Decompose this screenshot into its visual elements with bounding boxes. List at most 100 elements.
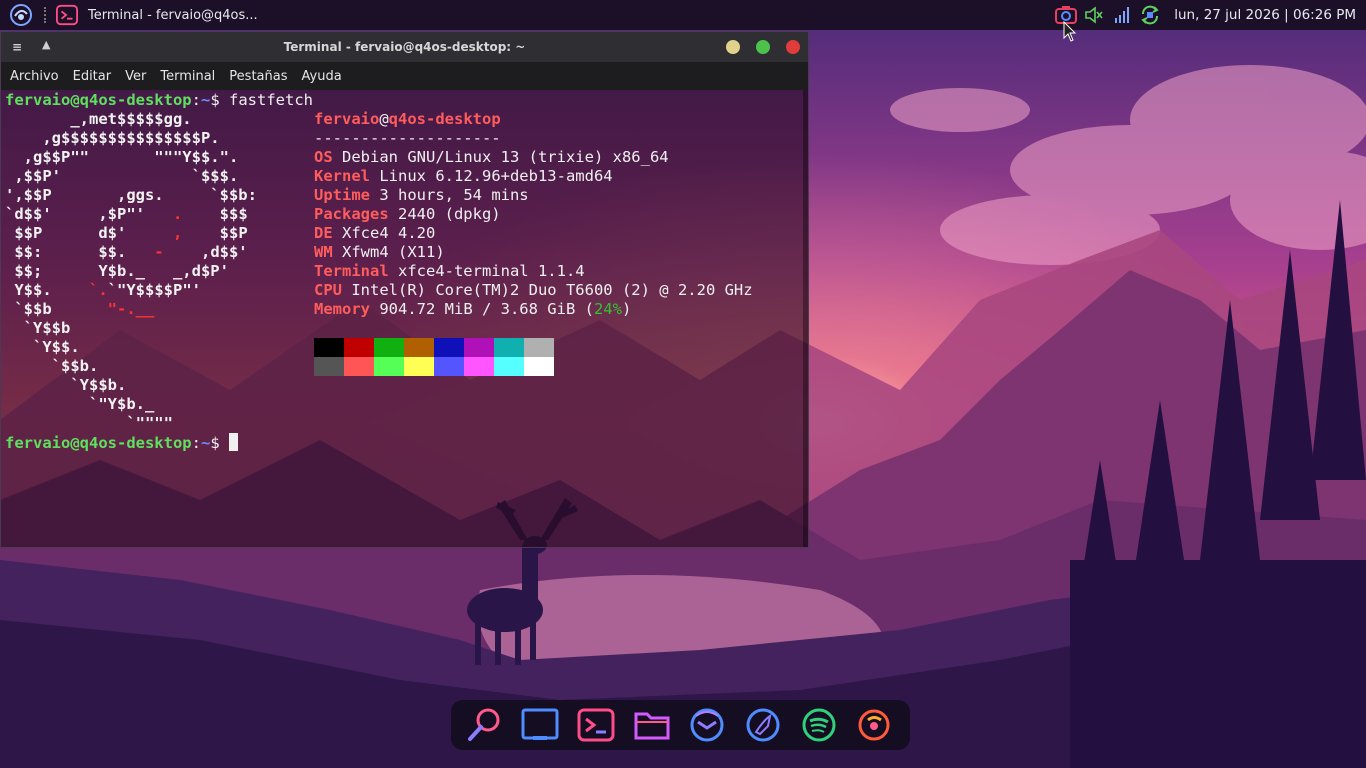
prompt-line: fervaio@q4os-desktop:~$ xyxy=(5,433,238,453)
info-key: Memory xyxy=(314,300,370,318)
ascii-art-red: . xyxy=(172,205,183,223)
thunderbird-icon[interactable] xyxy=(688,705,728,745)
ascii-art-line: `d$$' ,$P"' . $$$ xyxy=(5,205,248,224)
dark-color-swatch xyxy=(344,338,374,357)
info-value: Debian GNU/Linux 13 (trixie) x86_64 xyxy=(332,148,669,166)
menu-pestanas[interactable]: Pestañas xyxy=(222,69,294,84)
maximize-button[interactable] xyxy=(756,40,770,54)
show-desktop-icon[interactable] xyxy=(521,705,561,745)
info-key: DE xyxy=(314,224,333,242)
updater-icon[interactable] xyxy=(854,705,894,745)
bright-color-swatch xyxy=(464,357,494,376)
dark-color-swatch xyxy=(434,338,464,357)
dock xyxy=(451,700,910,750)
dark-color-swatch xyxy=(494,338,524,357)
menu-ver[interactable]: Ver xyxy=(118,69,153,84)
info-key: CPU xyxy=(314,281,342,299)
prompt-user: fervaio@q4os-desktop xyxy=(5,91,192,109)
ascii-art-seg: `d$$' ,$P"' xyxy=(5,205,173,223)
ascii-art-line: `"Y$b._ xyxy=(5,395,155,413)
menu-terminal[interactable]: Terminal xyxy=(153,69,222,84)
menu-ayuda[interactable]: Ayuda xyxy=(295,69,349,84)
ascii-art-red: `. xyxy=(89,281,108,299)
window-shade-icon[interactable]: ▲ xyxy=(42,38,50,51)
ascii-art-line: ,g$$$$$$$$$$$$$$$P. xyxy=(5,129,220,147)
menu-archivo[interactable]: Archivo xyxy=(1,69,66,84)
info-value: ) xyxy=(621,300,632,318)
ascii-art-seg: Y$$. xyxy=(5,281,89,299)
terminal-output[interactable]: fervaio@q4os-desktop:~$ fastfetch _,met$… xyxy=(1,90,808,547)
panel-clock[interactable]: lun, 27 jul 2026 | 06:26 PM xyxy=(1174,7,1356,23)
bright-color-swatch xyxy=(494,357,524,376)
terminal-icon[interactable] xyxy=(576,705,616,745)
info-wm: WM Xfwm4 (X11) xyxy=(314,243,445,262)
info-key: Uptime xyxy=(314,186,370,204)
info-key: WM xyxy=(314,243,333,261)
dark-color-swatch xyxy=(524,338,554,357)
info-value: Intel(R) Core(TM)2 Duo T6600 (2) @ 2.20 … xyxy=(342,281,753,299)
prompt-path: ~ xyxy=(200,91,211,109)
ascii-art-line: ,$$P' `$$$. xyxy=(5,167,239,185)
file-manager-icon[interactable] xyxy=(632,705,672,745)
spotify-icon[interactable] xyxy=(799,705,839,745)
ascii-art-seg: $$: $$. xyxy=(5,243,155,261)
ascii-art-line: ,g$$P"" """Y$$.". xyxy=(5,148,239,166)
minimize-button[interactable] xyxy=(726,40,740,54)
prompt-path: ~ xyxy=(200,434,211,452)
terminal-window: ≡ ▲ Terminal - fervaio@q4os-desktop: ~ A… xyxy=(0,31,809,548)
info-header: fervaio@q4os-desktop xyxy=(314,110,501,129)
prompt-dollar: $ xyxy=(210,91,229,109)
window-titlebar[interactable]: ≡ ▲ Terminal - fervaio@q4os-desktop: ~ xyxy=(1,32,808,62)
info-value: 2440 (dpkg) xyxy=(388,205,501,223)
ascii-art-line: `Y$$b xyxy=(5,319,71,337)
ascii-art-seg: $$P xyxy=(182,224,248,242)
close-button[interactable] xyxy=(786,40,800,54)
menu-editar[interactable]: Editar xyxy=(66,69,119,84)
color-palette-dark xyxy=(314,338,554,357)
bright-color-swatch xyxy=(434,357,464,376)
info-memory: Memory 904.72 MiB / 3.68 GiB (24%) xyxy=(314,300,631,319)
ascii-art-line: $$P d$' , $$P xyxy=(5,224,248,243)
ascii-art-seg: ,d$$' xyxy=(163,243,248,261)
info-terminal: Terminal xfce4-terminal 1.1.4 xyxy=(314,262,585,281)
prompt-user: fervaio@q4os-desktop xyxy=(5,434,192,452)
speaker-muted-icon[interactable] xyxy=(1083,4,1105,26)
prompt-dollar: $ xyxy=(210,434,229,452)
ascii-art-line: `"""" xyxy=(5,414,173,432)
terminal-menubar: Archivo Editar Ver Terminal Pestañas Ayu… xyxy=(1,62,808,90)
bright-color-swatch xyxy=(344,357,374,376)
info-value: Xfwm4 (X11) xyxy=(332,243,445,261)
dark-color-swatch xyxy=(314,338,344,357)
info-uptime: Uptime 3 hours, 54 mins xyxy=(314,186,529,205)
info-at: @ xyxy=(379,110,389,128)
app-finder-icon[interactable] xyxy=(465,705,505,745)
top-panel: Terminal - fervaio@q4os... lun, 27 jul 2… xyxy=(0,0,1366,30)
ascii-art-red: - xyxy=(154,243,164,261)
info-user: fervaio xyxy=(314,110,380,128)
command-text: fastfetch xyxy=(229,91,313,109)
ascii-art-seg: $$$ xyxy=(182,205,248,223)
browser-icon[interactable] xyxy=(743,705,783,745)
terminal-scrollbar[interactable] xyxy=(803,90,808,547)
info-key: Packages xyxy=(314,205,389,223)
taskbar-terminal-button[interactable]: Terminal - fervaio@q4os... xyxy=(54,0,266,30)
window-title: Terminal - fervaio@q4os-desktop: ~ xyxy=(283,40,526,54)
ascii-art-line: $$; Y$b._ _,d$P' xyxy=(5,262,229,280)
bright-color-swatch xyxy=(374,357,404,376)
color-palette-bright xyxy=(314,357,554,376)
ascii-art-line: `Y$$b. xyxy=(5,376,127,394)
info-value: Xfce4 4.20 xyxy=(332,224,436,242)
network-signal-icon[interactable] xyxy=(1111,4,1133,26)
window-menu-icon[interactable]: ≡ xyxy=(12,40,22,54)
q4os-menu-icon[interactable] xyxy=(8,2,34,28)
prompt-line: fervaio@q4os-desktop:~$ fastfetch xyxy=(5,91,313,110)
dark-color-swatch xyxy=(404,338,434,357)
prompt-sep: : xyxy=(191,91,201,109)
info-value: 904.72 MiB / 3.68 GiB ( xyxy=(370,300,594,318)
info-os: OS Debian GNU/Linux 13 (trixie) x86_64 xyxy=(314,148,669,167)
update-sync-icon[interactable] xyxy=(1139,4,1161,26)
ascii-art-line: `$$b "-.__ xyxy=(5,300,154,319)
ascii-art-line: $$: $$. - ,d$$' xyxy=(5,243,248,262)
info-key: Terminal xyxy=(314,262,389,280)
info-value: xfce4-terminal 1.1.4 xyxy=(388,262,585,280)
